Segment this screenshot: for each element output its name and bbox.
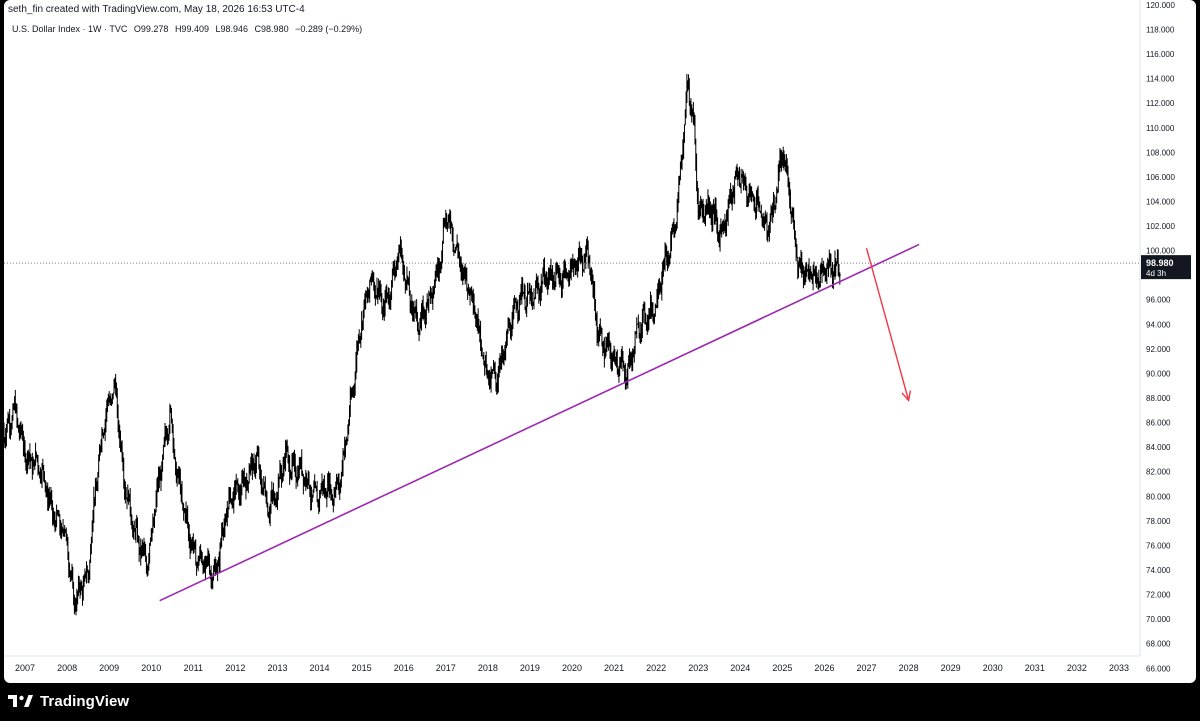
x-tick-label: 2025: [772, 663, 792, 673]
price-axis[interactable]: 66.000 68.000 70.000 72.000 74.000 76.000 78.0…: [1139, 0, 1175, 673]
x-tick-label: 2014: [310, 663, 330, 673]
x-tick-label: 2031: [1025, 663, 1045, 673]
x-tick-label: 2023: [688, 663, 708, 673]
x-tick-label: 2022: [646, 663, 666, 673]
price-badge: 98.980 4d 3h: [1141, 255, 1191, 280]
y-tick-label: 76.000: [1146, 541, 1171, 550]
y-tick-label: 72.000: [1146, 591, 1171, 600]
price-bars: [4, 73, 841, 616]
y-tick-label: 116.000: [1146, 50, 1175, 59]
y-tick-label: 88.000: [1146, 394, 1171, 403]
x-tick-label: 2024: [730, 663, 750, 673]
y-tick-label: 108.000: [1146, 148, 1175, 157]
y-tick-label: 114.000: [1146, 75, 1175, 84]
x-tick-label: 2033: [1109, 663, 1129, 673]
x-tick-label: 2032: [1067, 663, 1087, 673]
x-tick-label: 2020: [562, 663, 582, 673]
y-tick-label: 78.000: [1146, 517, 1171, 526]
x-tick-label: 2026: [814, 663, 834, 673]
y-tick-label: 74.000: [1146, 566, 1171, 575]
price-badge-countdown: 4d 3h: [1146, 269, 1166, 278]
y-tick-label: 104.000: [1146, 197, 1175, 206]
x-tick-label: 2027: [857, 663, 877, 673]
y-tick-label: 94.000: [1146, 320, 1171, 329]
brand-label: TradingView: [40, 692, 130, 710]
x-tick-label: 2007: [15, 663, 35, 673]
y-tick-label: 110.000: [1146, 124, 1175, 133]
x-tick-label: 2011: [184, 663, 203, 673]
forecast-arrow-layer[interactable]: [865, 247, 912, 403]
x-tick-label: 2029: [941, 663, 961, 673]
forecast-arrow-shaft[interactable]: [865, 247, 910, 401]
y-tick-label: 92.000: [1146, 345, 1171, 354]
y-tick-label: 90.000: [1146, 369, 1171, 378]
x-tick-label: 2012: [225, 663, 245, 673]
chart-frame[interactable]: seth_fin created with TradingView.com, M…: [4, 0, 1196, 683]
x-tick-label: 2018: [478, 663, 498, 673]
x-tick-label: 2010: [141, 663, 161, 673]
y-tick-label: 84.000: [1146, 443, 1171, 452]
x-tick-label: 2028: [899, 663, 919, 673]
x-tick-label: 2021: [604, 663, 624, 673]
x-tick-label: 2017: [436, 663, 456, 673]
y-tick-label: 112.000: [1146, 99, 1175, 108]
price-badge-value: 98.980: [1146, 258, 1174, 268]
x-tick-label: 2013: [267, 663, 287, 673]
y-tick-label: 106.000: [1146, 173, 1175, 182]
x-tick-label: 2019: [520, 663, 540, 673]
y-tick-label: 120.000: [1146, 1, 1175, 10]
y-tick-label: 68.000: [1146, 640, 1171, 649]
brand-bar[interactable]: TradingView: [8, 690, 129, 712]
price-chart[interactable]: 66.000 68.000 70.000 72.000 74.000 76.000 78.0…: [4, 0, 1196, 683]
x-tick-label: 2016: [394, 663, 414, 673]
time-axis[interactable]: 2007 2008 2009 2010 2011 2012 2013 2014 2015 2016…: [4, 655, 1140, 673]
x-tick-label: 2015: [352, 663, 372, 673]
y-tick-label: 100.000: [1146, 247, 1175, 256]
y-tick-label: 96.000: [1146, 296, 1171, 305]
y-tick-label: 70.000: [1146, 615, 1171, 624]
y-tick-label: 66.000: [1146, 664, 1171, 673]
x-tick-label: 2030: [983, 663, 1003, 673]
x-tick-label: 2008: [57, 663, 77, 673]
y-tick-label: 80.000: [1146, 492, 1171, 501]
tradingview-logo-icon: [8, 695, 33, 707]
weekly-price-bars: [4, 73, 841, 616]
x-tick-label: 2009: [99, 663, 119, 673]
y-tick-label: 86.000: [1146, 419, 1171, 428]
y-tick-label: 118.000: [1146, 25, 1175, 34]
y-tick-label: 82.000: [1146, 468, 1171, 477]
y-tick-label: 102.000: [1146, 222, 1175, 231]
